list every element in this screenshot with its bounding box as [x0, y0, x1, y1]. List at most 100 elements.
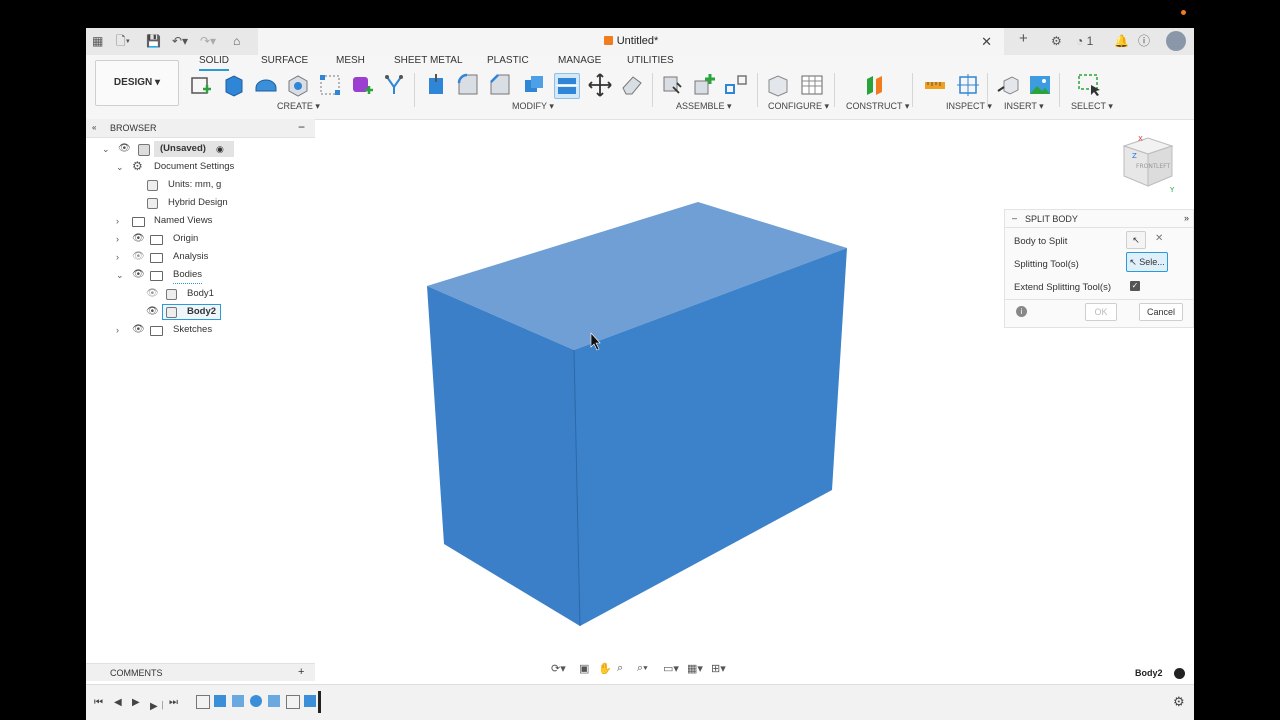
- eye-visible-icon[interactable]: 👁: [132, 231, 145, 247]
- section-analysis-icon[interactable]: [956, 73, 980, 97]
- insert-derive-icon[interactable]: [996, 73, 1020, 97]
- look-at-icon[interactable]: ▣: [579, 662, 589, 675]
- pattern-icon[interactable]: [318, 73, 342, 97]
- browser-collapse-button[interactable]: −: [298, 120, 305, 134]
- user-avatar[interactable]: [1166, 31, 1186, 51]
- viewports-icon[interactable]: ⊞▾: [711, 662, 726, 675]
- tab-sheet-metal[interactable]: SHEET METAL: [394, 55, 463, 67]
- extrude-icon[interactable]: [222, 73, 246, 97]
- group-create[interactable]: CREATE ▾: [277, 101, 320, 112]
- chevron-right-icon[interactable]: ›: [116, 322, 119, 338]
- joint-icon[interactable]: [693, 73, 717, 97]
- splitting-tool-select-button[interactable]: ↖ Sele...: [1126, 252, 1168, 272]
- tree-sketches[interactable]: › 👁 Sketches: [86, 322, 315, 338]
- configure-body-icon[interactable]: [766, 73, 790, 97]
- timeline-start-icon[interactable]: ⏮: [94, 697, 103, 708]
- tree-body2[interactable]: 👁 Body2: [86, 304, 315, 320]
- as-built-joint-icon[interactable]: [724, 73, 748, 97]
- eye-visible-icon[interactable]: 👁: [132, 322, 145, 338]
- group-construct[interactable]: CONSTRUCT ▾: [846, 101, 909, 112]
- tab-plastic[interactable]: PLASTIC: [487, 55, 529, 67]
- group-assemble[interactable]: ASSEMBLE ▾: [676, 101, 732, 112]
- chevron-down-icon[interactable]: ⌄: [116, 267, 124, 283]
- undo-icon[interactable]: ↶▾: [172, 33, 188, 49]
- tree-units[interactable]: Units: mm, g: [86, 177, 315, 193]
- body-select-button[interactable]: ↖: [1126, 231, 1146, 249]
- chevron-right-icon[interactable]: ›: [116, 231, 119, 247]
- grid-settings-icon[interactable]: ▦▾: [687, 662, 703, 675]
- timeline-sketch-icon[interactable]: [286, 695, 300, 709]
- timeline-split-icon[interactable]: [304, 695, 316, 707]
- timeline-feature-icon[interactable]: [250, 695, 262, 707]
- save-icon[interactable]: 💾: [146, 33, 161, 49]
- tree-root-unsaved[interactable]: ⌄ 👁 (Unsaved) ◉: [86, 141, 315, 157]
- press-pull-icon[interactable]: [424, 73, 448, 97]
- tab-solid[interactable]: SOLID: [199, 55, 230, 71]
- eye-hidden-icon[interactable]: 👁: [146, 286, 159, 302]
- tree-analysis[interactable]: › 👁 Analysis: [86, 249, 315, 265]
- timeline-feature-icon[interactable]: [232, 695, 244, 707]
- home-icon[interactable]: ⌂: [233, 33, 240, 49]
- create-derive-icon[interactable]: [382, 73, 406, 97]
- tree-bodies[interactable]: ⌄ 👁 Bodies: [86, 267, 315, 284]
- timeline-end-icon[interactable]: ⏭: [169, 697, 178, 708]
- add-comment-button[interactable]: +: [298, 666, 304, 678]
- help-icon[interactable]: ⓘ: [1138, 33, 1150, 49]
- revolve-icon[interactable]: [254, 73, 278, 97]
- file-menu-icon[interactable]: 🗋▾: [116, 33, 130, 49]
- offset-plane-icon[interactable]: [863, 73, 887, 97]
- activate-radio-icon[interactable]: ◉: [216, 141, 224, 157]
- chevron-right-icon[interactable]: ›: [116, 213, 119, 229]
- timeline-settings-gear-icon[interactable]: ⚙: [1173, 694, 1185, 710]
- clear-selection-icon[interactable]: ✕: [1155, 233, 1163, 244]
- timeline-marker[interactable]: [318, 691, 321, 713]
- extend-checkbox[interactable]: ✓: [1130, 281, 1140, 291]
- timeline-play-icon[interactable]: ▶: [132, 697, 140, 708]
- fit-icon[interactable]: ⌕▾: [637, 662, 648, 675]
- close-tab-icon[interactable]: ✕: [981, 34, 992, 50]
- chevron-down-icon[interactable]: ⌄: [102, 141, 110, 157]
- viewcube-icon[interactable]: FRONT LEFT X Z Y: [1118, 130, 1178, 194]
- collapse-dialog-icon[interactable]: –: [1012, 213, 1017, 223]
- group-select[interactable]: SELECT ▾: [1071, 101, 1113, 112]
- workspace-switcher-button[interactable]: DESIGN ▾: [95, 60, 179, 106]
- chevron-right-icon[interactable]: ›: [116, 249, 119, 265]
- tree-origin[interactable]: › 👁 Origin: [86, 231, 315, 247]
- timeline-next-icon[interactable]: ▶︱: [150, 697, 168, 712]
- group-inspect[interactable]: INSPECT ▾: [946, 101, 992, 112]
- group-insert[interactable]: INSERT ▾: [1004, 101, 1044, 112]
- app-grid-icon[interactable]: ▦: [92, 33, 103, 49]
- info-icon[interactable]: i: [1016, 306, 1027, 317]
- ok-button[interactable]: OK: [1085, 303, 1117, 321]
- tab-surface[interactable]: SURFACE: [261, 55, 308, 67]
- eye-visible-icon[interactable]: 👁: [118, 141, 131, 157]
- eye-hidden-icon[interactable]: 👁: [132, 249, 145, 265]
- expand-dialog-icon[interactable]: »: [1184, 213, 1189, 223]
- redo-icon[interactable]: ↷▾: [200, 33, 216, 49]
- tree-document-settings[interactable]: ⌄ ⚙ Document Settings: [86, 159, 315, 175]
- window-select-icon[interactable]: [1077, 73, 1101, 97]
- tab-mesh[interactable]: MESH: [336, 55, 365, 67]
- chamfer-icon[interactable]: [488, 73, 512, 97]
- measure-icon[interactable]: [923, 73, 947, 97]
- tree-body1[interactable]: 👁 Body1: [86, 286, 315, 302]
- group-modify[interactable]: MODIFY ▾: [512, 101, 554, 112]
- timeline-previous-icon[interactable]: ◀: [114, 697, 122, 708]
- tree-named-views[interactable]: › Named Views: [86, 213, 315, 229]
- eye-visible-icon[interactable]: 👁: [146, 304, 159, 320]
- new-tab-icon[interactable]: +: [1019, 31, 1028, 47]
- display-settings-icon[interactable]: ▭▾: [663, 662, 679, 675]
- fillet-icon[interactable]: [456, 73, 480, 97]
- status-indicator-icon[interactable]: [1174, 668, 1185, 679]
- hole-icon[interactable]: [286, 73, 310, 97]
- create-sketch-icon[interactable]: [189, 73, 213, 97]
- group-configure[interactable]: CONFIGURE ▾: [768, 101, 829, 112]
- move-copy-icon[interactable]: [588, 73, 612, 97]
- create-form-icon[interactable]: [350, 73, 374, 97]
- zoom-icon[interactable]: ⌕: [617, 662, 623, 675]
- pan-hand-icon[interactable]: ✋: [598, 662, 612, 675]
- extensions-icon[interactable]: ⚙: [1051, 33, 1062, 49]
- cancel-button[interactable]: Cancel: [1139, 303, 1183, 321]
- new-component-icon[interactable]: [661, 73, 685, 97]
- browser-collapse-arrows-icon[interactable]: «: [92, 123, 96, 132]
